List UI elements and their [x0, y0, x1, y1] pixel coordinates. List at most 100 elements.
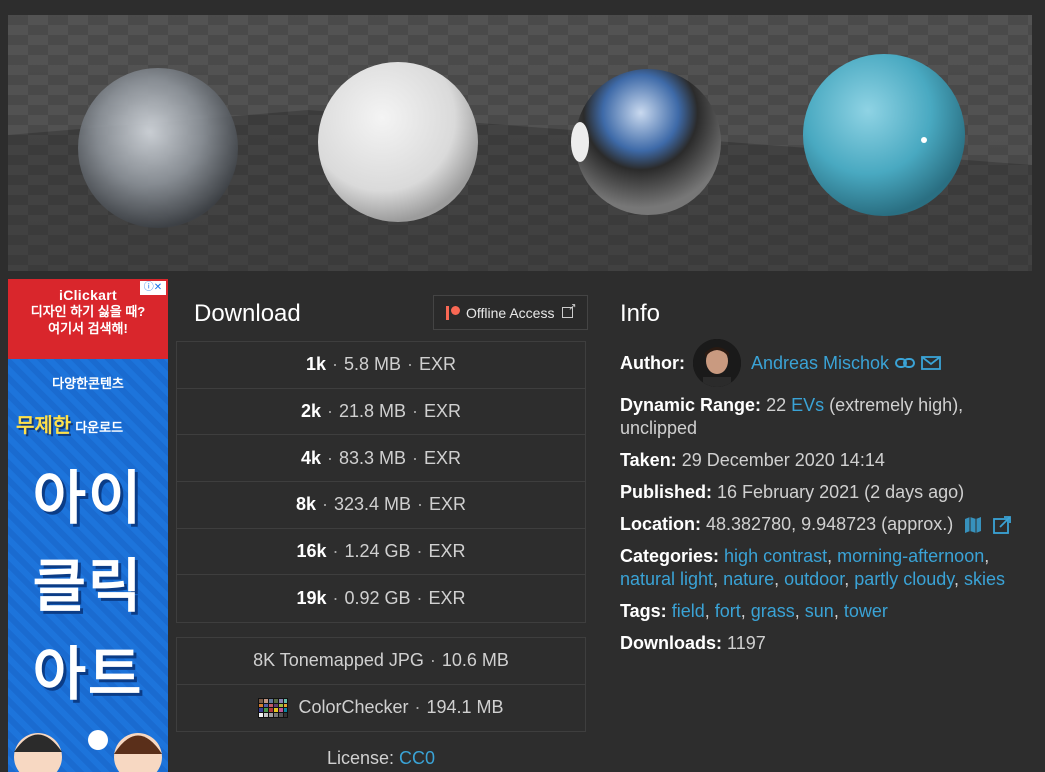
category-link[interactable]: skies [964, 569, 1005, 589]
download-tonemapped-jpg[interactable]: 8K Tonemapped JPG · 10.6 MB [177, 638, 585, 685]
resolution-label: 2k [300, 401, 321, 422]
download-colorchecker[interactable]: ColorChecker · 194.1 MB [177, 685, 585, 732]
category-link[interactable]: natural light [620, 569, 713, 589]
download-option-2k[interactable]: 2k · 21.8 MB · EXR [177, 389, 585, 436]
separator: · [331, 354, 338, 375]
file-size: 1.24 GB [344, 541, 411, 562]
file-size: 21.8 MB [338, 401, 407, 422]
separator: · [417, 494, 424, 515]
download-option-4k[interactable]: 4k · 83.3 MB · EXR [177, 435, 585, 483]
ad-big-text-1: 아이 [32, 466, 144, 531]
categories-row: Categories: high contrast, morning-after… [620, 546, 1005, 589]
ad-close-icon[interactable]: ⓘ✕ [140, 281, 166, 295]
published-label: Published: [620, 482, 713, 502]
tags-row: Tags: field, fort, grass, sun, tower [620, 601, 888, 621]
license-line: License: CC0 [176, 748, 586, 769]
download-option-16k[interactable]: 16k · 1.24 GB · EXR [177, 529, 585, 576]
category-link[interactable]: outdoor [784, 569, 844, 589]
separator: · [429, 650, 436, 671]
separator: · [416, 588, 423, 609]
ad-header: ⓘ✕ iClickart 디자인 하기 싫을 때? 여기서 검색해! [8, 279, 168, 359]
extra-name: ColorChecker [298, 697, 409, 718]
file-format: EXR [419, 354, 457, 375]
download-option-8k[interactable]: 8k · 323.4 MB · EXR [177, 482, 585, 529]
email-icon[interactable] [921, 356, 941, 370]
author-label: Author: [620, 352, 685, 373]
separator: · [412, 401, 419, 422]
dynamic-range-row: Dynamic Range: 22 EVs (extremely high), … [620, 394, 1020, 440]
preview-spheres-illustration [8, 15, 1032, 271]
resolution-label: 8k [295, 494, 316, 515]
download-options-list: 1k · 5.8 MB · EXR 2k · 21.8 MB · EXR 4k · 83.… [176, 341, 586, 624]
download-option-19k[interactable]: 19k · 0.92 GB · EXR [177, 575, 585, 622]
category-link[interactable]: morning-afternoon [837, 546, 984, 566]
license-label: License: [326, 748, 394, 768]
dynamic-range-value: 22 [766, 395, 787, 415]
location-label: Location: [620, 514, 701, 534]
extra-downloads-list: 8K Tonemapped JPG · 10.6 MB ColorChecker ·… [176, 637, 586, 732]
ad-headline-2: 여기서 검색해! [48, 321, 128, 336]
resolution-label: 4k [300, 447, 321, 468]
author-name-link[interactable]: Andreas Mischok [751, 353, 889, 374]
evs-link[interactable]: EVs [791, 395, 824, 415]
ad-big-text-3: 아트 [32, 642, 144, 707]
map-icon[interactable] [964, 517, 982, 534]
taken-label: Taken: [620, 450, 677, 470]
tag-link[interactable]: grass [751, 601, 795, 621]
external-map-link-icon[interactable] [993, 516, 1012, 535]
separator: · [332, 588, 339, 609]
taken-value: 29 December 2020 14:14 [681, 450, 885, 470]
file-format: EXR [424, 447, 462, 468]
file-size: 0.92 GB [344, 588, 411, 609]
file-size: 323.4 MB [333, 494, 412, 515]
location-value: 48.382780, 9.948723 (approx.) [706, 514, 954, 534]
tag-link[interactable]: sun [805, 601, 834, 621]
separator: · [321, 494, 328, 515]
offline-access-button[interactable]: Offline Access [433, 295, 588, 330]
downloads-row: Downloads: 1197 [620, 632, 1020, 655]
separator: · [326, 401, 333, 422]
category-link[interactable]: nature [723, 569, 774, 589]
category-link[interactable]: partly cloudy [854, 569, 954, 589]
location-row: Location: 48.382780, 9.948723 (approx.) [620, 513, 1020, 536]
resolution-label: 1k [305, 354, 326, 375]
download-option-1k[interactable]: 1k · 5.8 MB · EXR [177, 342, 585, 389]
offline-access-label: Offline Access [466, 304, 555, 321]
author-row: Author: Andreas Mischok [620, 338, 1020, 388]
file-size: 5.8 MB [343, 354, 402, 375]
link-icon[interactable] [895, 356, 916, 370]
file-format: EXR [424, 401, 462, 422]
ad-tagline-2: 무제한 다운로드 [16, 409, 123, 438]
ad-tagline-2a: 무제한 [16, 415, 72, 437]
external-link-icon [562, 302, 576, 318]
tag-link[interactable]: fort [715, 601, 741, 621]
file-size: 83.3 MB [338, 447, 407, 468]
avatar-portrait [692, 339, 741, 387]
resolution-label: 19k [296, 588, 327, 609]
separator: · [416, 541, 423, 562]
author-avatar[interactable] [692, 339, 741, 387]
colorchecker-icon [258, 697, 289, 718]
category-link[interactable]: high contrast [724, 546, 827, 566]
taken-row: Taken: 29 December 2020 14:14 [620, 449, 1020, 472]
hdri-preview-image [8, 15, 1032, 271]
separator: · [414, 697, 421, 718]
separator: · [332, 541, 339, 562]
advertisement-banner[interactable]: ⓘ✕ iClickart 디자인 하기 싫을 때? 여기서 검색해! 다양한콘텐… [8, 279, 168, 772]
dynamic-range-label: Dynamic Range: [620, 395, 762, 415]
file-format: EXR [429, 494, 467, 515]
separator: · [407, 354, 414, 375]
tags-label: Tags: [620, 601, 667, 621]
ad-characters-illustration [14, 730, 162, 772]
patreon-icon [446, 305, 460, 320]
tag-link[interactable]: tower [844, 601, 888, 621]
published-row: Published: 16 February 2021 (2 days ago) [620, 481, 1020, 504]
license-link[interactable]: CC0 [399, 748, 435, 768]
published-value: 16 February 2021 (2 days ago) [717, 482, 965, 502]
info-panel: Author: Andreas Mischok Dynamic Range: 2… [620, 338, 1020, 664]
ad-body: 다양한콘텐츠 무제한 다운로드 아이 클릭 아트 [8, 359, 168, 772]
ad-tagline-1: 다양한콘텐츠 [52, 376, 124, 391]
extra-name: 8K Tonemapped JPG [253, 650, 424, 671]
downloads-value: 1197 [727, 633, 766, 653]
tag-link[interactable]: field [672, 601, 705, 621]
